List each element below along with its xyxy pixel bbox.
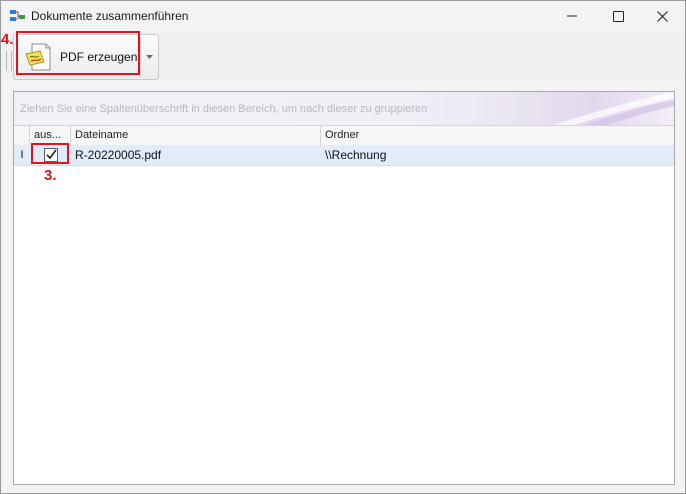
minimize-icon [567,15,577,17]
dateiname-cell[interactable]: R-20220005.pdf [71,145,321,165]
row-indicator-header [14,126,30,145]
chevron-down-icon [145,55,153,59]
app-icon [10,10,25,21]
step-4-label: 4. [1,31,14,48]
ordner-cell[interactable]: \\Rechnung [321,145,674,165]
highlight-box-step-4 [16,31,140,75]
row-indicator: I [20,149,24,161]
column-header-ordner[interactable]: Ordner [321,126,674,145]
grid-header-row: aus... Dateiname Ordner [14,125,674,146]
close-button[interactable] [639,1,685,31]
maximize-button[interactable] [595,1,641,31]
table-row[interactable]: I R-20220005.pdf \\Rechnung [14,145,674,166]
group-by-panel[interactable]: Ziehen Sie eine Spaltenüberschrift in di… [14,92,674,125]
window-title: Dokumente zusammenführen [31,9,189,23]
highlight-box-step-3 [31,143,69,164]
pdf-dropdown-button[interactable] [140,37,157,77]
close-icon [656,10,668,22]
toolbar-grip[interactable] [6,51,12,71]
step-3-label: 3. [44,167,57,184]
group-by-hint: Ziehen Sie eine Spaltenüberschrift in di… [20,103,428,115]
column-header-dateiname[interactable]: Dateiname [71,126,321,145]
maximize-icon [612,10,624,22]
document-grid: Ziehen Sie eine Spaltenüberschrift in di… [13,91,675,485]
title-bar: Dokumente zusammenführen [1,1,685,31]
minimize-button[interactable] [549,1,595,31]
decorative-swoosh [554,92,674,125]
